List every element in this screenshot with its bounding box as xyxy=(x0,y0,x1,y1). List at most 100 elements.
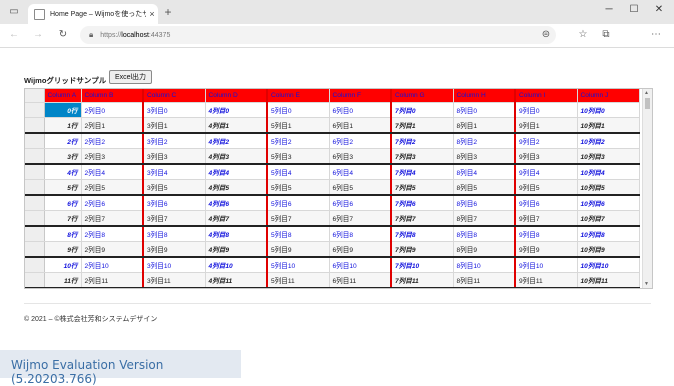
row-header-cell[interactable] xyxy=(25,210,45,227)
grid-cell[interactable]: 3列目11 xyxy=(142,272,206,288)
minimize-icon[interactable]: ─ xyxy=(601,4,617,15)
grid-cell[interactable]: 9列目7 xyxy=(514,210,578,227)
grid-cell[interactable]: 6列目2 xyxy=(329,133,392,149)
grid-cell[interactable]: 10列目3 xyxy=(577,148,640,165)
grid-cell[interactable]: 8列目7 xyxy=(453,210,516,227)
grid-cell[interactable]: 8列目2 xyxy=(453,133,516,149)
grid-cell[interactable]: 2列目6 xyxy=(81,195,144,211)
grid-cell[interactable]: 4行 xyxy=(44,164,82,180)
column-header[interactable]: Column I xyxy=(514,89,578,103)
grid-cell[interactable]: 7列目1 xyxy=(390,117,454,134)
collections-icon[interactable]: ⧉ xyxy=(600,29,612,41)
favorites-icon[interactable]: ☆ xyxy=(577,29,589,41)
grid-cell[interactable]: 10列目5 xyxy=(577,179,640,196)
grid-cell[interactable]: 4列目1 xyxy=(205,117,268,134)
grid-cell[interactable]: 5列目7 xyxy=(266,210,330,227)
tab-actions-icon[interactable]: ▭ xyxy=(8,6,20,18)
grid-cell[interactable]: 8列目4 xyxy=(453,164,516,180)
grid-cell[interactable]: 2列目0 xyxy=(81,102,144,118)
grid-cell[interactable]: 11行 xyxy=(44,272,82,288)
row-header-cell[interactable] xyxy=(25,164,45,180)
grid-cell[interactable]: 9列目4 xyxy=(514,164,578,180)
grid-cell[interactable]: 4列目6 xyxy=(205,195,268,211)
flex-grid[interactable]: Column A Column B Column C Column D Column E… xyxy=(24,88,653,289)
back-icon[interactable]: ← xyxy=(8,29,20,41)
grid-cell[interactable]: 7列目5 xyxy=(390,179,454,196)
grid-cell[interactable]: 7列目11 xyxy=(390,272,454,288)
grid-cell[interactable]: 10列目9 xyxy=(577,241,640,258)
grid-cell[interactable]: 6列目10 xyxy=(329,257,392,273)
grid-cell[interactable]: 2列目2 xyxy=(81,133,144,149)
row-header-cell[interactable] xyxy=(25,257,45,273)
grid-cell[interactable]: 5列目10 xyxy=(266,257,330,273)
grid-cell[interactable]: 2行 xyxy=(44,133,82,149)
grid-cell[interactable]: 8列目6 xyxy=(453,195,516,211)
row-header-cell[interactable] xyxy=(25,179,45,196)
grid-cell[interactable]: 5列目6 xyxy=(266,195,330,211)
more-menu-icon[interactable]: ⋯ xyxy=(650,29,662,41)
column-header[interactable]: Column J xyxy=(577,89,640,103)
grid-cell[interactable]: 4列目2 xyxy=(205,133,268,149)
grid-cell[interactable]: 8列目1 xyxy=(453,117,516,134)
grid-cell[interactable]: 5列目5 xyxy=(266,179,330,196)
grid-cell[interactable]: 9列目10 xyxy=(514,257,578,273)
grid-cell[interactable]: 9列目9 xyxy=(514,241,578,258)
grid-cell[interactable]: 3列目5 xyxy=(142,179,206,196)
grid-cell[interactable]: 5列目9 xyxy=(266,241,330,258)
grid-cell[interactable]: 5列目1 xyxy=(266,117,330,134)
column-header[interactable]: Column G xyxy=(390,89,454,103)
grid-cell[interactable]: 9列目5 xyxy=(514,179,578,196)
grid-cell[interactable]: 2列目10 xyxy=(81,257,144,273)
grid-cell[interactable]: 4列目8 xyxy=(205,226,268,242)
grid-cell[interactable]: 6列目4 xyxy=(329,164,392,180)
grid-cell[interactable]: 1行 xyxy=(44,117,82,134)
grid-cell[interactable]: 2列目4 xyxy=(81,164,144,180)
grid-cell[interactable]: 6列目7 xyxy=(329,210,392,227)
grid-cell[interactable]: 8列目0 xyxy=(453,102,516,118)
grid-cell[interactable]: 4列目7 xyxy=(205,210,268,227)
reader-view-icon[interactable]: ⊜ xyxy=(540,29,552,41)
row-header-cell[interactable] xyxy=(25,272,45,288)
grid-cell[interactable]: 4列目3 xyxy=(205,148,268,165)
grid-cell[interactable]: 7列目9 xyxy=(390,241,454,258)
grid-cell[interactable]: 6列目8 xyxy=(329,226,392,242)
grid-cell[interactable]: 8列目3 xyxy=(453,148,516,165)
grid-cell[interactable]: 2列目1 xyxy=(81,117,144,134)
grid-cell[interactable]: 3列目0 xyxy=(142,102,206,118)
scroll-down-icon[interactable]: ▼ xyxy=(644,281,649,287)
row-header-cell[interactable] xyxy=(25,226,45,242)
grid-cell[interactable]: 10列目11 xyxy=(577,272,640,288)
grid-cell[interactable]: 6列目9 xyxy=(329,241,392,258)
grid-cell[interactable]: 5列目3 xyxy=(266,148,330,165)
grid-cell[interactable]: 7列目7 xyxy=(390,210,454,227)
grid-corner-cell[interactable] xyxy=(25,89,45,103)
column-header[interactable]: Column E xyxy=(266,89,330,103)
column-header[interactable]: Column F xyxy=(329,89,392,103)
row-header-cell[interactable] xyxy=(25,195,45,211)
grid-cell[interactable]: 3列目2 xyxy=(142,133,206,149)
grid-cell[interactable]: 5列目2 xyxy=(266,133,330,149)
grid-cell[interactable]: 6列目0 xyxy=(329,102,392,118)
column-header[interactable]: Column A xyxy=(44,89,82,103)
grid-cell[interactable]: 8列目10 xyxy=(453,257,516,273)
grid-cell[interactable]: 0行 xyxy=(44,102,82,118)
column-header[interactable]: Column H xyxy=(453,89,516,103)
excel-export-button[interactable]: Excel出力 xyxy=(109,70,152,84)
grid-cell[interactable]: 10列目4 xyxy=(577,164,640,180)
grid-cell[interactable]: 3列目8 xyxy=(142,226,206,242)
grid-cell[interactable]: 6列目5 xyxy=(329,179,392,196)
scroll-up-icon[interactable]: ▲ xyxy=(644,90,649,96)
grid-cell[interactable]: 8行 xyxy=(44,226,82,242)
grid-cell[interactable]: 4列目4 xyxy=(205,164,268,180)
row-header-cell[interactable] xyxy=(25,148,45,165)
grid-cell[interactable]: 4列目9 xyxy=(205,241,268,258)
grid-cell[interactable]: 9列目11 xyxy=(514,272,578,288)
grid-cell[interactable]: 2列目11 xyxy=(81,272,144,288)
grid-cell[interactable]: 7行 xyxy=(44,210,82,227)
browser-tab[interactable]: Home Page – Wijmoを使ったサンプ × xyxy=(28,4,158,24)
grid-cell[interactable]: 3列目10 xyxy=(142,257,206,273)
grid-cell[interactable]: 2列目9 xyxy=(81,241,144,258)
grid-cell[interactable]: 5列目0 xyxy=(266,102,330,118)
grid-cell[interactable]: 8列目5 xyxy=(453,179,516,196)
grid-cell[interactable]: 4列目0 xyxy=(205,102,268,118)
